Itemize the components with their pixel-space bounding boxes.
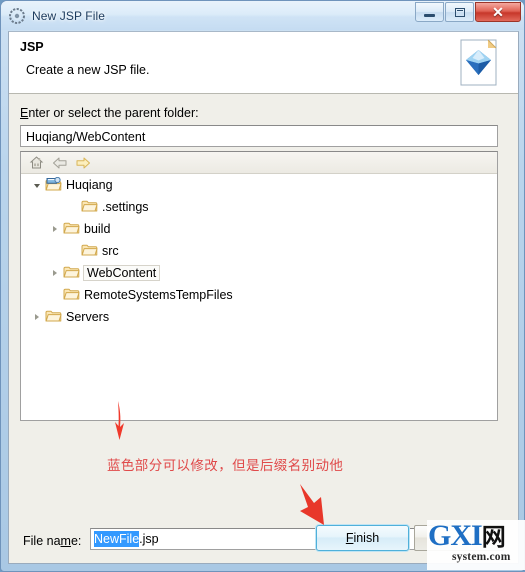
- tree-node-label: Servers: [66, 310, 110, 324]
- file-name-extension-text: .jsp: [139, 532, 159, 546]
- chevron-down-icon[interactable]: [29, 174, 45, 196]
- tree-node-remotesystemstempfiles[interactable]: RemoteSystemsTempFiles: [21, 284, 497, 306]
- wizard-header: JSP Create a new JSP file.: [9, 32, 518, 94]
- chevron-right-icon[interactable]: [47, 262, 63, 284]
- watermark-domain: system.com: [452, 551, 511, 563]
- minimize-icon: [424, 13, 435, 17]
- finish-button[interactable]: Finish: [316, 525, 409, 551]
- tree-node-label: build: [84, 222, 111, 236]
- tree-node-src[interactable]: src: [21, 240, 497, 262]
- tree-toolbar: [21, 152, 497, 174]
- parent-folder-label-rest: nter or select the parent folder:: [28, 106, 199, 120]
- page-title: JSP: [20, 40, 44, 54]
- tree-node-label: Huqiang: [66, 178, 113, 192]
- close-button[interactable]: ✕: [475, 2, 521, 22]
- folder-icon: [81, 199, 98, 215]
- tree-node-webcontent[interactable]: WebContent: [21, 262, 497, 284]
- tree-node-huqiang[interactable]: Huqiang: [21, 174, 497, 196]
- folder-icon: [63, 287, 80, 303]
- back-arrow-icon[interactable]: [49, 153, 70, 172]
- minimize-button[interactable]: [415, 2, 444, 22]
- maximize-icon: [454, 7, 465, 17]
- parent-folder-label: Enter or select the parent folder:: [20, 106, 199, 120]
- tree-node-label: RemoteSystemsTempFiles: [84, 288, 233, 302]
- watermark-brand: GXI网: [428, 520, 506, 553]
- wizard-gear-icon: [9, 7, 25, 24]
- window-controls: ✕: [414, 2, 521, 23]
- tree-node-label: WebContent: [83, 265, 161, 281]
- tree-node-build[interactable]: build: [21, 218, 497, 240]
- jsp-file-diamond-icon: [454, 37, 506, 89]
- file-name-selected-text: NewFile: [94, 531, 140, 547]
- tree-node-label: .settings: [102, 200, 149, 214]
- chevron-right-icon[interactable]: [47, 218, 63, 240]
- maximize-button[interactable]: [445, 2, 474, 22]
- finish-button-label: inish: [353, 531, 380, 545]
- file-name-label-mnemonic: m: [60, 534, 71, 548]
- project-icon: [45, 176, 62, 193]
- wizard-content: Enter or select the parent folder: Huqia…: [9, 94, 518, 550]
- chevron-right-icon[interactable]: [29, 306, 45, 328]
- file-name-label-pre: File na: [23, 534, 61, 548]
- folder-icon: [63, 221, 80, 237]
- folder-icon: [63, 265, 80, 281]
- folder-icon: [45, 309, 62, 325]
- folder-icon: [81, 243, 98, 259]
- watermark-brand-latin: GXI: [428, 520, 483, 552]
- title-bar[interactable]: New JSP File ✕: [1, 1, 524, 30]
- watermark-brand-cn: 网: [481, 523, 506, 551]
- file-name-label-post: e:: [70, 534, 82, 548]
- dialog-window: New JSP File ✕ JSP Create a new JSP file…: [0, 0, 525, 572]
- dialog-client-area: JSP Create a new JSP file. Enter or sele…: [8, 31, 519, 564]
- site-watermark: GXI网 system.com: [427, 520, 525, 570]
- file-name-label: File name:: [23, 534, 81, 548]
- folder-tree-panel: Huqiang .settings build src WebContent Remote…: [20, 151, 498, 421]
- finish-button-mnemonic: F: [345, 531, 354, 545]
- folder-tree[interactable]: Huqiang .settings build src WebContent Remote…: [21, 174, 497, 420]
- window-title: New JSP File: [32, 8, 106, 23]
- forward-arrow-icon[interactable]: [72, 153, 93, 172]
- parent-folder-input[interactable]: [20, 125, 498, 147]
- page-subtitle: Create a new JSP file.: [26, 63, 150, 77]
- tree-node-label: src: [102, 244, 119, 258]
- tree-node-settings[interactable]: .settings: [21, 196, 497, 218]
- annotation-note: 蓝色部分可以修改，但是后缀名别动他: [107, 458, 344, 474]
- home-icon[interactable]: [26, 153, 47, 172]
- tree-node-servers[interactable]: Servers: [21, 306, 497, 328]
- close-icon: ✕: [492, 4, 504, 20]
